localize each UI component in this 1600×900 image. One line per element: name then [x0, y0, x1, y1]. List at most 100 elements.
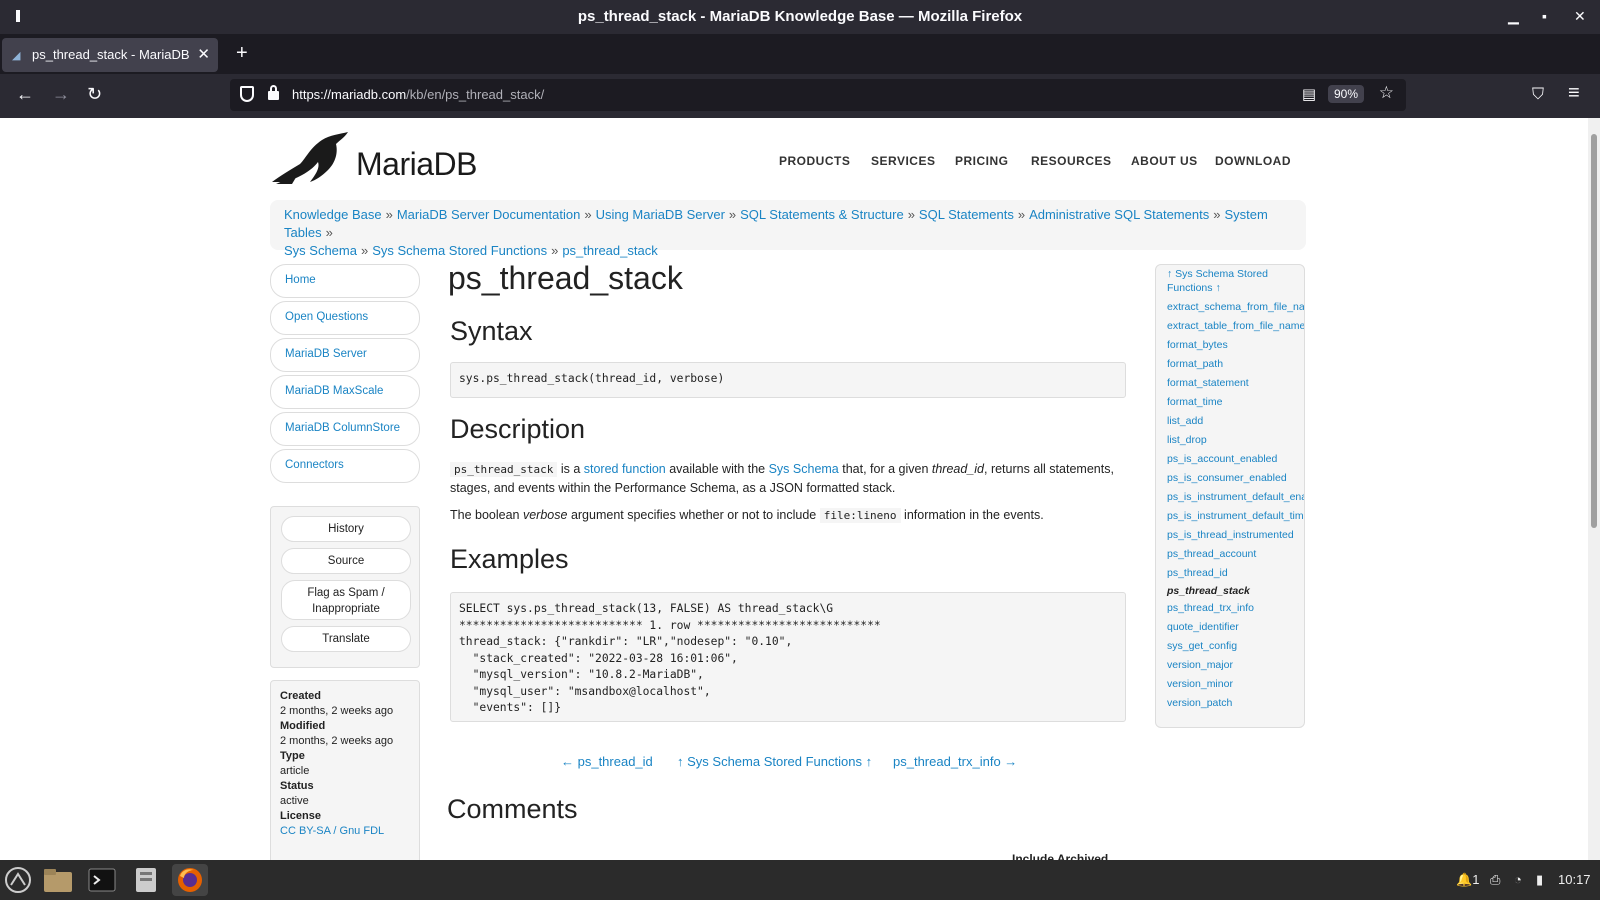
reload-button[interactable]: ↻ — [87, 84, 102, 105]
toc-item[interactable]: list_drop — [1167, 434, 1207, 446]
toc-item[interactable]: ps_is_instrument_default_timed — [1167, 510, 1304, 522]
sidenav-connectors[interactable]: Connectors — [270, 449, 420, 483]
sys-schema-link[interactable]: Sys Schema — [769, 462, 839, 476]
toc-item[interactable]: extract_table_from_file_name — [1167, 320, 1304, 332]
reader-view-icon[interactable]: ▤ — [1302, 85, 1316, 103]
breadcrumb-link[interactable]: Sys Schema — [284, 243, 357, 258]
archive-manager-icon[interactable] — [128, 864, 164, 896]
syntax-heading: Syntax — [450, 316, 533, 346]
source-button[interactable]: Source — [281, 548, 411, 574]
minimize-button[interactable]: ▁ — [1508, 8, 1519, 25]
url-bar[interactable]: https://mariadb.com/kb/en/ps_thread_stac… — [230, 79, 1406, 111]
toc-item[interactable]: ps_thread_id — [1167, 567, 1228, 579]
topnav-resources[interactable]: RESOURCES — [1031, 154, 1112, 168]
toc-item[interactable]: ps_is_consumer_enabled — [1167, 472, 1287, 484]
toc-item[interactable]: ps_is_account_enabled — [1167, 453, 1277, 465]
toc-item[interactable]: version_patch — [1167, 697, 1232, 709]
toc-item[interactable]: quote_identifier — [1167, 621, 1239, 633]
type-label: Type — [280, 750, 305, 762]
new-tab-button[interactable]: + — [236, 42, 248, 65]
toc-item[interactable]: ps_is_instrument_default_enabled — [1167, 491, 1304, 503]
close-window-button[interactable]: ✕ — [1574, 8, 1586, 25]
translate-button[interactable]: Translate — [281, 626, 411, 652]
clock[interactable]: 10:17 — [1558, 872, 1591, 887]
sidenav-home[interactable]: Home — [270, 264, 420, 298]
toc-item[interactable]: format_bytes — [1167, 339, 1228, 351]
back-button[interactable]: ← — [16, 84, 34, 105]
breadcrumb-link[interactable]: Knowledge Base — [284, 207, 382, 222]
flag-spam-button[interactable]: Flag as Spam / Inappropriate — [281, 580, 411, 620]
license-link[interactable]: CC BY-SA / Gnu FDL — [280, 825, 384, 837]
battery-icon[interactable]: ▮ — [1536, 872, 1543, 888]
tab-strip: ◢ ps_thread_stack - MariaDB K ✕ + — [0, 34, 1600, 74]
url-text[interactable]: https://mariadb.com/kb/en/ps_thread_stac… — [292, 87, 544, 102]
firefox-icon[interactable] — [172, 864, 208, 896]
notification-count: 1 — [1472, 872, 1480, 887]
desc-text: that, for a given — [838, 462, 932, 476]
app-menu-icon[interactable]: ≡ — [1568, 82, 1580, 105]
topnav-download[interactable]: DOWNLOAD — [1215, 154, 1291, 168]
start-menu-icon[interactable] — [2, 864, 34, 896]
include-archived-checkbox[interactable]: Include Archived — [1012, 852, 1108, 860]
printer-icon[interactable]: ⎙ — [1490, 872, 1500, 888]
topnav-pricing[interactable]: PRICING — [955, 154, 1009, 168]
url-path: /kb/en/ps_thread_stack/ — [406, 87, 545, 102]
history-button[interactable]: History — [281, 516, 411, 542]
toc-item[interactable]: format_statement — [1167, 377, 1249, 389]
maximize-button[interactable]: ▪ — [1542, 8, 1547, 24]
breadcrumb-current[interactable]: ps_thread_stack — [562, 243, 657, 258]
up-page-link[interactable]: ↑ Sys Schema Stored Functions ↑ — [677, 754, 872, 769]
toc-item[interactable]: ps_thread_account — [1167, 548, 1256, 560]
sidenav-mariadb-server[interactable]: MariaDB Server — [270, 338, 420, 372]
toc-item[interactable]: sys_get_config — [1167, 640, 1237, 652]
bookmark-star-icon[interactable]: ☆ — [1379, 83, 1394, 103]
topnav-products[interactable]: PRODUCTS — [779, 154, 850, 168]
pocket-icon[interactable]: ⛉ — [1532, 86, 1544, 104]
status-label: Status — [280, 780, 314, 792]
tracking-shield-icon[interactable] — [240, 86, 254, 102]
lock-icon[interactable] — [268, 85, 279, 100]
breadcrumb-separator: » — [360, 243, 369, 258]
tab-active[interactable]: ◢ ps_thread_stack - MariaDB K ✕ — [2, 38, 218, 72]
prev-page-link[interactable]: ← ps_thread_id — [561, 754, 653, 769]
zoom-level-button[interactable]: 90% — [1327, 85, 1364, 103]
license-label: License — [280, 810, 321, 822]
sidenav-mariadb-columnstore[interactable]: MariaDB ColumnStore — [270, 412, 420, 446]
toc-item[interactable]: extract_schema_from_file_name — [1167, 301, 1304, 313]
mariadb-logo[interactable]: MariaDB — [270, 130, 490, 186]
toc-item[interactable]: version_major — [1167, 659, 1233, 671]
terminal-icon[interactable] — [84, 864, 120, 896]
breadcrumb-link[interactable]: Using MariaDB Server — [596, 207, 725, 222]
scrollbar-thumb[interactable] — [1591, 134, 1597, 528]
description-paragraph: ps_thread_stack is a stored function ava… — [450, 460, 1130, 497]
syntax-code: sys.ps_thread_stack(thread_id, verbose) — [450, 362, 1126, 398]
page-viewport: MariaDB PRODUCTS SERVICES PRICING RESOUR… — [0, 118, 1588, 860]
file-manager-icon[interactable] — [40, 864, 76, 896]
sidenav-mariadb-maxscale[interactable]: MariaDB MaxScale — [270, 375, 420, 409]
breadcrumb-link[interactable]: SQL Statements — [919, 207, 1014, 222]
toc-item[interactable]: list_add — [1167, 415, 1203, 427]
toc-item[interactable]: version_minor — [1167, 678, 1233, 690]
breadcrumb-link[interactable]: Sys Schema Stored Functions — [372, 243, 547, 258]
page-scrollbar[interactable] — [1588, 118, 1600, 860]
toc-item[interactable]: format_path — [1167, 358, 1223, 370]
breadcrumb-separator: » — [1213, 207, 1221, 222]
breadcrumb-link[interactable]: MariaDB Server Documentation — [397, 207, 581, 222]
logo-wordmark: MariaDB — [356, 146, 477, 182]
breadcrumb-separator: » — [728, 207, 737, 222]
toc-item[interactable]: ps_is_thread_instrumented — [1167, 529, 1294, 541]
notification-icon[interactable]: 🔔1 — [1456, 872, 1479, 888]
toc-item[interactable]: ps_thread_trx_info — [1167, 602, 1254, 614]
next-page-link[interactable]: ps_thread_trx_info → — [893, 754, 1017, 769]
toc-parent-link[interactable]: ↑ Sys Schema Stored Functions ↑ — [1167, 267, 1302, 295]
topnav-services[interactable]: SERVICES — [871, 154, 935, 168]
toc-item[interactable]: format_time — [1167, 396, 1222, 408]
topnav-about-us[interactable]: ABOUT US — [1131, 154, 1198, 168]
tab-close-icon[interactable]: ✕ — [197, 45, 210, 63]
stored-function-link[interactable]: stored function — [584, 462, 666, 476]
wifi-icon[interactable]: ◔ — [1514, 872, 1522, 887]
breadcrumb-link[interactable]: SQL Statements & Structure — [740, 207, 904, 222]
forward-button[interactable]: → — [52, 84, 70, 105]
breadcrumb-link[interactable]: Administrative SQL Statements — [1029, 207, 1209, 222]
sidenav-open-questions[interactable]: Open Questions — [270, 301, 420, 335]
